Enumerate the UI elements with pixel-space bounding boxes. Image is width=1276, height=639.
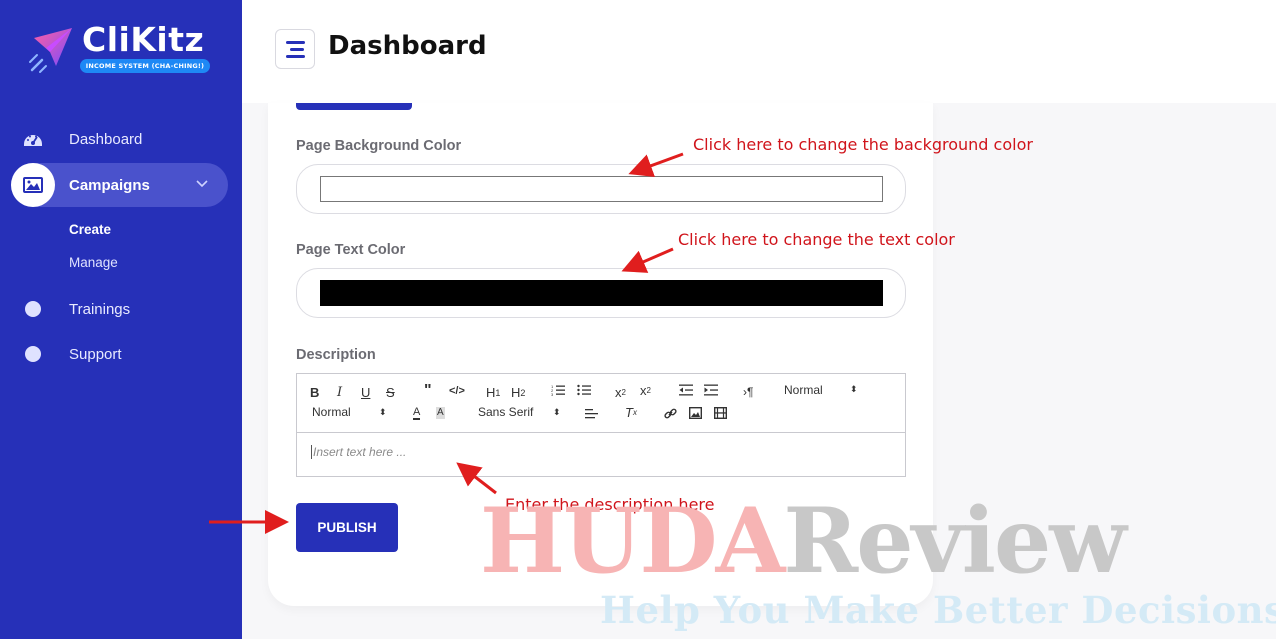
sidebar-item-label: Trainings: [69, 300, 131, 318]
header-1-icon[interactable]: H1: [486, 385, 500, 400]
brand-tagline: INCOME SYSTEM (CHA-CHING!): [80, 59, 210, 73]
brand-name: CliKitz: [82, 20, 205, 59]
strike-icon[interactable]: S: [386, 385, 395, 400]
header-2-icon[interactable]: H2: [511, 385, 525, 400]
text-direction-icon[interactable]: ›¶: [743, 385, 753, 399]
select-arrows-icon: ⬍: [553, 407, 561, 417]
ordered-list-icon[interactable]: 123: [551, 384, 565, 396]
brand-logo[interactable]: CliKitz INCOME SYSTEM (CHA-CHING!): [28, 20, 213, 78]
image-icon: [11, 163, 55, 207]
image-insert-icon[interactable]: [689, 407, 702, 419]
code-block-icon[interactable]: </>: [449, 385, 465, 397]
annotation-bg-color: Click here to change the background colo…: [693, 135, 1033, 154]
dot-icon: [23, 299, 43, 319]
sidebar-item-label: Dashboard: [69, 130, 143, 148]
select-arrows-icon: ⬍: [850, 384, 858, 394]
page-title: Dashboard: [328, 31, 487, 61]
bg-color-swatch[interactable]: [320, 176, 883, 202]
sidebar-item-label: Campaigns: [69, 176, 150, 194]
sidebar-subitem-create[interactable]: Create: [69, 222, 111, 237]
text-color-swatch[interactable]: [320, 280, 883, 306]
sidebar: CliKitz INCOME SYSTEM (CHA-CHING!) Dashb…: [0, 0, 242, 639]
bullet-list-icon[interactable]: [577, 384, 591, 396]
publish-button[interactable]: PUBLISH: [296, 503, 398, 552]
select-arrows-icon: ⬍: [379, 407, 387, 417]
italic-icon[interactable]: I: [337, 385, 342, 400]
font-select[interactable]: Sans Serif: [478, 405, 533, 419]
annotation-text-color: Click here to change the text color: [678, 230, 955, 249]
sidebar-item-campaigns[interactable]: Campaigns: [11, 163, 228, 207]
hamburger-icon: [286, 41, 305, 44]
top-header: Dashboard: [242, 0, 1276, 103]
size-select[interactable]: Normal: [312, 405, 351, 419]
blockquote-icon[interactable]: ": [424, 382, 432, 400]
speedometer-icon: [23, 129, 43, 149]
text-color-icon[interactable]: A: [413, 407, 421, 420]
sidebar-item-trainings[interactable]: Trainings: [0, 287, 242, 331]
subscript-icon[interactable]: x2: [615, 385, 626, 400]
text-color-field[interactable]: [296, 268, 906, 318]
sidebar-item-dashboard[interactable]: Dashboard: [0, 117, 242, 161]
menu-toggle-button[interactable]: [275, 29, 315, 69]
description-editor: B I U S " </> H1 H2 123 x2 x2 ›¶ Normal: [296, 373, 906, 477]
sidebar-item-support[interactable]: Support: [0, 332, 242, 376]
chevron-down-icon: [196, 177, 208, 191]
description-input[interactable]: Insert text here ...: [311, 445, 406, 459]
sidebar-subitem-manage[interactable]: Manage: [69, 255, 118, 270]
svg-text:3: 3: [551, 392, 554, 396]
background-color-icon[interactable]: A: [436, 407, 445, 419]
text-color-label: Page Text Color: [296, 242, 406, 258]
dot-icon: [23, 344, 43, 364]
bold-icon[interactable]: B: [310, 385, 319, 400]
underline-icon[interactable]: U: [361, 385, 370, 400]
watermark-slogan: Help You Make Better Decisions: [600, 588, 1276, 632]
clear-format-icon[interactable]: Tx: [625, 405, 637, 420]
previous-button-edge[interactable]: [296, 103, 412, 110]
indent-icon[interactable]: [704, 384, 718, 396]
paper-plane-logo-icon: [29, 28, 72, 73]
align-left-icon[interactable]: [585, 409, 598, 419]
superscript-icon[interactable]: x2: [640, 383, 651, 398]
bg-color-field[interactable]: [296, 164, 906, 214]
description-label: Description: [296, 347, 376, 363]
sidebar-item-label: Support: [69, 345, 122, 363]
header-select[interactable]: Normal: [784, 383, 823, 397]
link-icon[interactable]: [664, 407, 677, 420]
outdent-icon[interactable]: [679, 384, 693, 396]
bg-color-label: Page Background Color: [296, 138, 462, 154]
video-icon[interactable]: [714, 407, 727, 419]
editor-toolbar: B I U S " </> H1 H2 123 x2 x2 ›¶ Normal: [297, 374, 905, 433]
watermark-logo: HUDAReview: [480, 488, 1127, 594]
